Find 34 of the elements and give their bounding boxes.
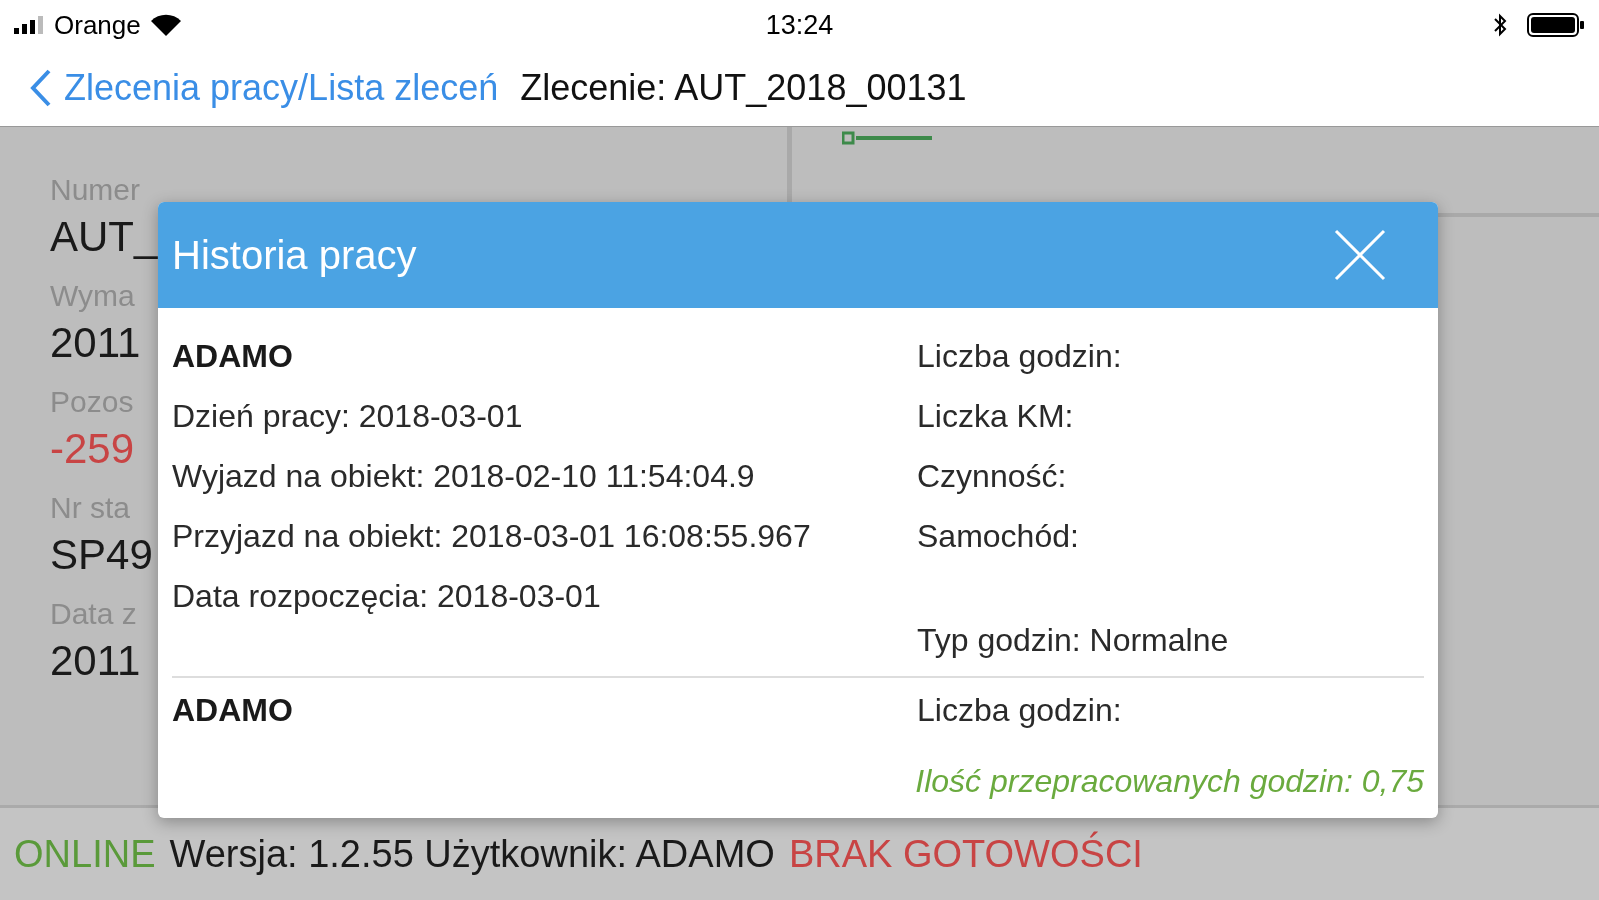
worker-name: ADAMO	[172, 337, 293, 376]
entry-detail: Wyjazd na obiekt: 2018-02-10 11:54:04.9	[172, 457, 755, 496]
entry-detail: Data rozpoczęcia: 2018-03-01	[172, 577, 601, 616]
field-value: 2011	[50, 639, 141, 683]
progress-line-icon	[842, 131, 932, 145]
dialog-title: Historia pracy	[172, 232, 417, 278]
entry-detail: Liczba godzin:	[917, 691, 1122, 730]
entry-detail: Przyjazd na obiekt: 2018-03-01 16:08:55.967	[172, 517, 811, 556]
back-button[interactable]: Zlecenia pracy/Lista zleceń	[30, 67, 499, 109]
clock-time: 13:24	[765, 9, 834, 41]
entry-detail: Samochód:	[917, 517, 1079, 556]
signal-icon	[14, 16, 44, 34]
field-value: SP49	[50, 533, 153, 577]
close-icon	[1334, 229, 1386, 281]
worker-name: ADAMO	[172, 691, 293, 730]
carrier-name: Orange	[54, 9, 141, 41]
version-info: Wersja: 1.2.55 Użytkownik: ADAMO	[169, 832, 775, 876]
entry-detail: Liczka KM:	[917, 397, 1074, 436]
close-button[interactable]	[1334, 229, 1386, 281]
connection-status: ONLINE	[14, 832, 156, 876]
battery-icon	[1527, 13, 1585, 37]
entry-detail: Liczba godzin:	[917, 337, 1122, 376]
field-value: 2011	[50, 321, 141, 365]
bluetooth-icon	[1493, 13, 1507, 37]
page-title: Zlecenie: AUT_2018_00131	[520, 67, 967, 109]
field-value: AUT_	[50, 215, 158, 259]
total-hours: Ilość przepracowanych godzin: 0,75	[914, 763, 1425, 801]
field-value: -259	[50, 427, 135, 471]
readiness-status: BRAK GOTOWOŚCI	[788, 832, 1143, 876]
entry-detail: Typ godzin: Normalne	[917, 621, 1229, 660]
entry-detail: Czynność:	[917, 457, 1067, 496]
wifi-icon	[150, 14, 181, 36]
entry-detail: Dzień pracy: 2018-03-01	[172, 397, 523, 436]
chevron-left-icon	[30, 69, 52, 107]
